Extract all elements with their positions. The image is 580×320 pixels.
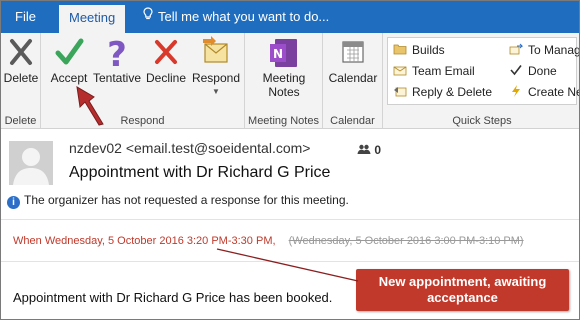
group-label-respond: Respond [120, 115, 165, 127]
info-icon: i [7, 196, 20, 209]
group-label-quick-steps: Quick Steps [452, 115, 512, 127]
delete-label: Delete [3, 71, 39, 85]
calendar-icon [325, 35, 381, 71]
new-meeting-time: Wednesday, 5 October 2016 3:20 PM-3:30 P… [44, 235, 276, 247]
team-email-icon [393, 63, 407, 76]
meeting-subject: Appointment with Dr Richard G Price [69, 164, 331, 181]
reply-delete-icon [393, 84, 407, 97]
accept-button[interactable]: Accept [47, 35, 91, 85]
group-label-meeting-notes: Meeting Notes [248, 115, 319, 127]
tentative-button[interactable]: ? Tentative [91, 35, 143, 85]
quick-step-team-email[interactable]: Team Email [393, 62, 475, 80]
message-body: Appointment with Dr Richard G Price has … [13, 290, 333, 305]
tab-file[interactable]: File [15, 1, 36, 33]
delete-x-icon [3, 35, 39, 71]
quick-step-builds-label: Builds [412, 43, 445, 57]
tab-meeting[interactable]: Meeting [59, 5, 126, 33]
callout-pointer-line [216, 248, 359, 282]
respond-label: Respond [191, 71, 241, 85]
attendee-count[interactable]: 0 [357, 143, 381, 157]
chevron-down-icon: ▼ [212, 87, 220, 96]
meeting-notes-button[interactable]: N Meeting Notes [251, 35, 317, 99]
tell-me-text: Tell me what you want to do... [158, 9, 330, 24]
quick-step-reply-delete-label: Reply & Delete [412, 85, 493, 99]
divider [1, 219, 579, 220]
accept-label: Accept [50, 71, 88, 85]
sender-avatar [9, 141, 53, 185]
forward-arrow-icon [509, 42, 524, 55]
quick-step-to-manager[interactable]: To Manag [509, 41, 580, 59]
when-label: When [13, 235, 42, 247]
sender-address[interactable]: nzdev02 <email.test@soeidental.com> [69, 140, 310, 156]
group-delete: Delete Delete [1, 33, 41, 129]
group-respond: Accept ? Tentative Decline Respond ▼ Res… [41, 33, 245, 129]
quick-step-to-manager-label: To Manag [528, 43, 580, 57]
question-mark-icon: ? [91, 35, 143, 75]
quick-step-team-email-label: Team Email [412, 64, 475, 78]
decline-button[interactable]: Decline [143, 35, 189, 85]
callout-line-1: New appointment, awaiting [378, 274, 547, 289]
quick-step-reply-delete[interactable]: Reply & Delete [393, 83, 492, 101]
previous-meeting-time: (Wednesday, 5 October 2016 3:00 PM-3:10 … [288, 235, 524, 247]
decline-x-icon [143, 35, 189, 71]
meeting-when-line: When Wednesday, 5 October 2016 3:20 PM-3… [13, 235, 524, 247]
tell-me-search[interactable]: Tell me what you want to do... [143, 1, 329, 33]
respond-dropdown-button[interactable]: Respond ▼ [189, 35, 243, 99]
ribbon: Delete Delete Accept ? Tentative Decline… [1, 33, 580, 129]
quick-step-builds[interactable]: Builds [393, 41, 445, 59]
lightbulb-icon [143, 1, 153, 33]
onenote-icon: N [251, 35, 317, 71]
checkmark-icon [47, 35, 91, 71]
respond-envelope-icon [189, 35, 243, 71]
meeting-notes-label-line2: Notes [268, 85, 300, 99]
people-icon [357, 143, 371, 157]
decline-label: Decline [145, 71, 187, 85]
quick-step-done[interactable]: Done [509, 62, 557, 80]
calendar-label: Calendar [328, 71, 378, 85]
divider [1, 261, 579, 262]
svg-text:N: N [273, 47, 283, 61]
meeting-notes-label-line1: Meeting [262, 71, 306, 85]
group-calendar: Calendar Calendar [323, 33, 383, 129]
group-meeting-notes: N Meeting Notes Meeting Notes [245, 33, 323, 129]
response-notice-text: The organizer has not requested a respon… [24, 193, 349, 207]
lightning-icon [509, 84, 523, 97]
quick-step-create-new[interactable]: Create Ne [509, 83, 580, 101]
group-label-delete: Delete [4, 115, 37, 127]
group-label-calendar: Calendar [330, 115, 375, 127]
outlook-meeting-window: File Meeting Tell me what you want to do… [0, 0, 580, 320]
tentative-label: Tentative [92, 71, 142, 85]
quick-step-done-label: Done [528, 64, 557, 78]
ribbon-tab-bar: File Meeting Tell me what you want to do… [1, 1, 579, 33]
attendee-count-value: 0 [374, 143, 382, 157]
callout-line-2: acceptance [427, 290, 498, 305]
delete-button[interactable]: Delete [3, 35, 39, 85]
svg-text:?: ? [107, 35, 127, 71]
calendar-button[interactable]: Calendar [325, 35, 381, 85]
quick-step-create-new-label: Create Ne [528, 85, 580, 99]
folder-icon [393, 42, 407, 55]
annotation-callout: New appointment, awaiting acceptance [356, 269, 569, 311]
response-notice: i The organizer has not requested a respo… [7, 193, 349, 209]
done-check-icon [509, 63, 523, 76]
group-quick-steps: Builds Team Email Reply & Delete To Mana… [383, 33, 580, 129]
